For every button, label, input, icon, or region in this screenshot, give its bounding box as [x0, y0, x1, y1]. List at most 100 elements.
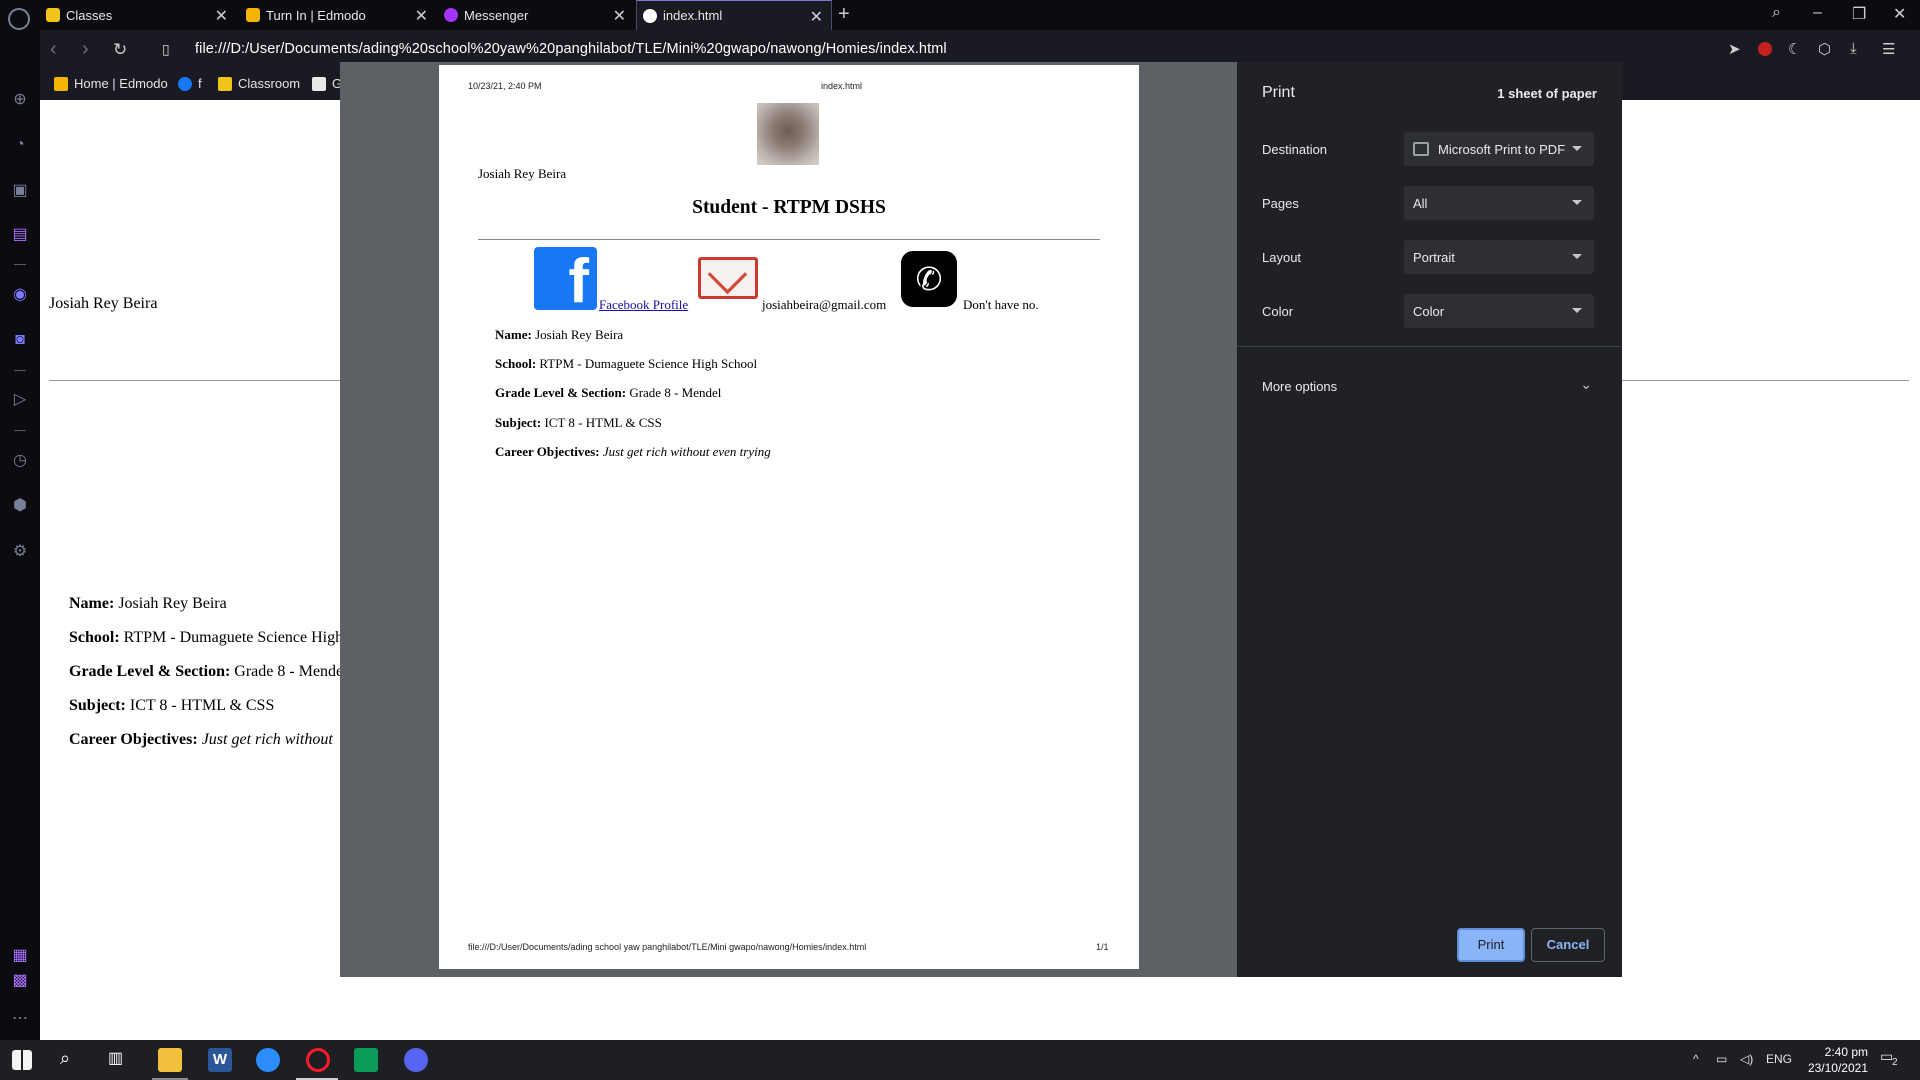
info-row: Name: Josiah Rey Beira: [69, 595, 227, 612]
layout-label: Layout: [1262, 250, 1302, 265]
discord-icon[interactable]: ◙: [11, 331, 29, 349]
easy-setup-icon[interactable]: ☰: [1882, 40, 1900, 58]
close-icon[interactable]: ✕: [215, 6, 228, 26]
discord-icon[interactable]: [404, 1048, 428, 1072]
workspace-icon[interactable]: ▦: [11, 947, 29, 965]
preview-divider: [478, 239, 1100, 240]
chevron-down-icon[interactable]: ⌄: [1580, 376, 1592, 393]
pages-select[interactable]: All: [1404, 186, 1594, 220]
volume-icon[interactable]: ◁): [1740, 1052, 1753, 1066]
destination-select[interactable]: Microsoft Print to PDF: [1404, 132, 1594, 166]
printer-icon: [1413, 142, 1429, 156]
cube-icon[interactable]: ⬡: [1818, 40, 1836, 58]
color-select[interactable]: Color: [1404, 294, 1594, 328]
bookmark-edmodo[interactable]: Home | Edmodo: [54, 76, 168, 91]
preview-info-row: Name: Josiah Rey Beira: [495, 327, 624, 342]
tab-label: Messenger: [464, 7, 529, 23]
google-classroom-icon: [46, 8, 60, 22]
gmail-icon: [698, 257, 758, 299]
info-row: Grade Level & Section: Grade 8 - Mende: [69, 663, 344, 680]
dropdown-caret-icon: [1572, 254, 1582, 259]
more-options-toggle[interactable]: More options: [1262, 379, 1337, 394]
gamepad-icon[interactable]: ⊕: [11, 91, 29, 109]
cancel-button[interactable]: Cancel: [1531, 928, 1605, 962]
file-explorer-icon[interactable]: [158, 1048, 182, 1072]
search-tabs-icon[interactable]: ⌕: [1772, 4, 1781, 22]
system-clock[interactable]: 2:40 pm 23/10/2021: [1780, 1044, 1868, 1076]
player-icon[interactable]: ▷: [11, 391, 29, 409]
page-header-title: index.html: [821, 81, 863, 91]
preview-info-row: Career Objectives: Just get rich without…: [495, 444, 771, 459]
store-icon[interactable]: ▣: [11, 182, 29, 200]
close-window-icon[interactable]: ✕: [1893, 4, 1906, 24]
history-icon[interactable]: ◷: [11, 452, 29, 470]
word-icon[interactable]: W: [208, 1048, 232, 1072]
file-icon: ▯: [162, 41, 170, 57]
twitch-icon[interactable]: ▤: [11, 226, 29, 244]
more-dots-icon[interactable]: ⋯: [11, 1010, 29, 1028]
print-title: Print: [1262, 84, 1295, 101]
extensions-cube-icon[interactable]: ⬢: [11, 497, 29, 515]
tab-edmodo[interactable]: Turn In | Edmodo ✕: [246, 0, 436, 30]
tab-index-html[interactable]: index.html ✕: [636, 0, 832, 30]
profile-name: Josiah Rey Beira: [49, 295, 158, 312]
print-button[interactable]: Print: [1457, 928, 1525, 962]
dropdown-caret-icon: [1572, 308, 1582, 313]
page-header-date: 10/23/21, 2:40 PM: [468, 81, 542, 91]
dropdown-caret-icon: [1572, 200, 1582, 205]
color-value: Color: [1413, 303, 1445, 319]
layout-select[interactable]: Portrait: [1404, 240, 1594, 274]
sheet-count: 1 sheet of paper: [1497, 86, 1597, 101]
send-icon[interactable]: ➤: [1728, 40, 1746, 58]
opera-menu-icon[interactable]: [8, 8, 30, 30]
opera-sidebar: ⊕ ◔ ▣ ▤ ◉ ◙ ▷ ◷ ⬢ ⚙ ▦ ▩ ⋯: [0, 30, 40, 1040]
close-icon[interactable]: ✕: [810, 7, 823, 27]
zoom-icon[interactable]: [256, 1048, 280, 1072]
layout-value: Portrait: [1413, 249, 1455, 265]
workspace-icon[interactable]: ▩: [11, 972, 29, 990]
info-row: Subject: ICT 8 - HTML & CSS: [69, 697, 275, 714]
page-footer-number: 1/1: [1096, 942, 1109, 952]
opera-icon[interactable]: [306, 1048, 330, 1072]
tray-chevron-icon[interactable]: ^: [1693, 1052, 1699, 1066]
restore-icon[interactable]: ❐: [1852, 4, 1866, 24]
network-icon[interactable]: ▭: [1716, 1052, 1727, 1066]
preview-info-row: Grade Level & Section: Grade 8 - Mendel: [495, 385, 722, 400]
notification-count: 2: [1892, 1057, 1898, 1068]
tab-classes[interactable]: Classes ✕: [46, 0, 236, 30]
preview-name: Josiah Rey Beira: [478, 166, 567, 181]
windows-start-icon[interactable]: [12, 1050, 32, 1070]
new-tab-plus-icon[interactable]: +: [838, 3, 850, 26]
bookmark-facebook[interactable]: f: [178, 76, 202, 91]
bookmark-classroom[interactable]: Classroom: [218, 76, 300, 91]
print-preview-page: 10/23/21, 2:40 PM index.html Josiah Rey …: [439, 65, 1139, 969]
phone-text: Don't have no.: [963, 297, 1039, 312]
task-view-icon[interactable]: ▥: [108, 1048, 132, 1072]
back-icon[interactable]: ‹: [50, 38, 57, 61]
facebook-icon: f: [534, 247, 597, 310]
url-field[interactable]: file:///D:/User/Documents/ading%20school…: [195, 41, 947, 57]
google-classroom-icon: [218, 76, 232, 91]
close-icon[interactable]: ✕: [415, 6, 428, 26]
tab-messenger[interactable]: Messenger ✕: [444, 0, 634, 30]
email-text: josiahbeira@gmail.com: [762, 297, 887, 312]
search-icon[interactable]: ⌕: [60, 1048, 84, 1072]
minimize-icon[interactable]: –: [1813, 4, 1822, 22]
settings-gear-icon[interactable]: ⚙: [11, 543, 29, 561]
facebook-icon: [178, 76, 192, 91]
speed-dial-icon[interactable]: ◔: [11, 136, 29, 154]
pages-label: Pages: [1262, 196, 1299, 211]
reload-icon[interactable]: ↻: [113, 40, 127, 60]
extension-icon[interactable]: ☾: [1788, 40, 1806, 58]
forward-icon[interactable]: ›: [82, 38, 89, 61]
messenger-icon[interactable]: ◉: [11, 286, 29, 304]
download-icon[interactable]: ⤓: [1850, 40, 1868, 58]
facebook-profile-link[interactable]: Facebook Profile: [599, 297, 688, 313]
bookmark-docs[interactable]: G: [312, 76, 342, 91]
ublock-icon[interactable]: [1758, 42, 1772, 56]
globe-icon: [643, 8, 657, 23]
panel-divider: [1237, 346, 1622, 347]
close-icon[interactable]: ✕: [613, 6, 626, 26]
app-icon[interactable]: [354, 1048, 378, 1072]
preview-info-row: School: RTPM - Dumaguete Science High Sc…: [495, 356, 758, 371]
